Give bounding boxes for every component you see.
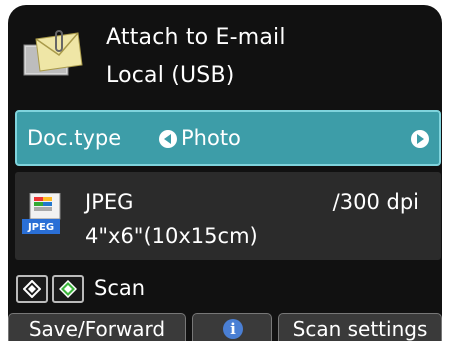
doc-type-label: Doc.type — [27, 126, 122, 150]
arrow-right-icon[interactable] — [411, 130, 429, 148]
info-button[interactable]: i — [192, 313, 272, 341]
info-icon: i — [223, 319, 243, 339]
scan-size: 4"x6"(10x15cm) — [85, 224, 258, 248]
doc-type-selector[interactable]: Doc.type Photo — [15, 110, 441, 166]
lcd-screen: Attach to E-mail Local (USB) Doc.type Ph… — [8, 5, 442, 341]
arrow-left-icon[interactable] — [159, 130, 177, 148]
resolution: /300 dpi — [332, 190, 419, 214]
doc-type-value: Photo — [181, 126, 241, 150]
save-destination: Local (USB) — [106, 63, 235, 88]
scan-settings-button[interactable]: Scan settings — [278, 313, 442, 341]
jpeg-file-icon: JPEG — [22, 192, 62, 235]
color-start-icon — [52, 275, 84, 303]
scan-settings-summary: JPEG JPEG /300 dpi 4"x6"(10x15cm) — [15, 172, 441, 260]
screen-header: Attach to E-mail Local (USB) — [8, 5, 442, 107]
scan-label: Scan — [94, 276, 146, 300]
function-title: Attach to E-mail — [106, 25, 286, 50]
svg-text:JPEG: JPEG — [27, 222, 54, 233]
softkey-bar: Save/Forward i Scan settings — [8, 313, 442, 341]
save-forward-button[interactable]: Save/Forward — [8, 313, 186, 341]
file-format: JPEG — [85, 190, 134, 214]
black-start-icon — [16, 275, 48, 303]
attach-to-email-icon — [22, 29, 84, 81]
